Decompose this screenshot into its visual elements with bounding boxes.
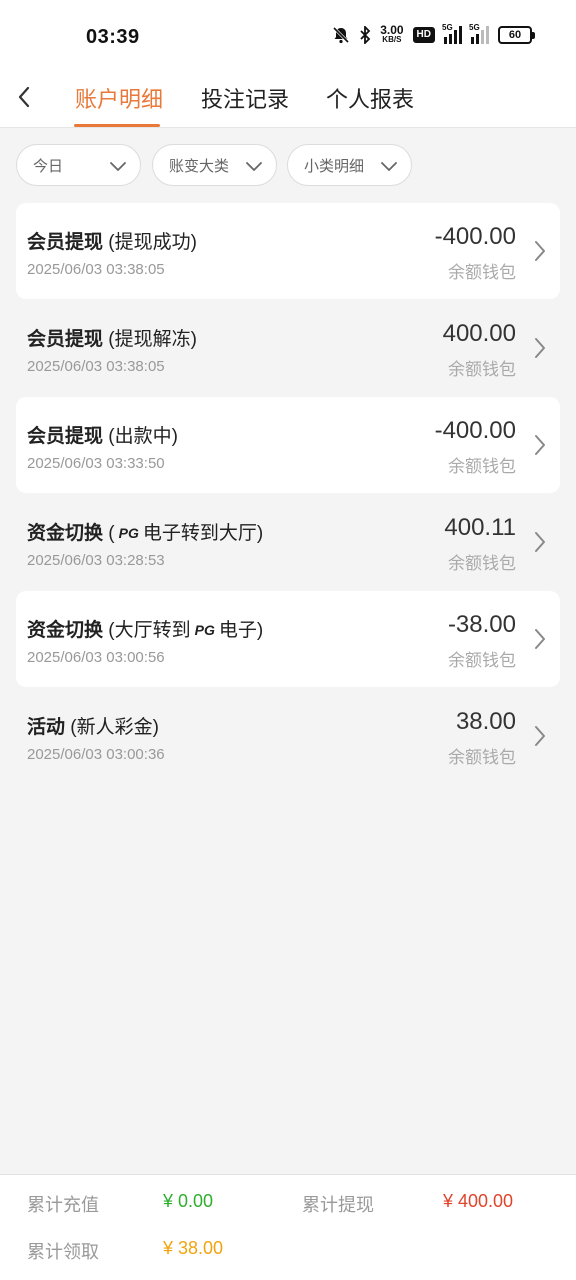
pg-logo-icon: PG (194, 622, 215, 638)
speed-value: 3.00 (380, 23, 404, 37)
tab-account-details[interactable]: 账户明细 (75, 82, 163, 114)
transaction-wallet: 余额钱包 (448, 263, 516, 282)
claim-total-label: 累计领取 (27, 1242, 99, 1262)
transaction-amount: -400.00 (434, 417, 516, 444)
signal-icon-sim2: 5G (469, 23, 489, 44)
chevron-down-icon (381, 162, 397, 171)
filter-major-label: 账变大类 (169, 157, 230, 175)
bluetooth-icon (359, 26, 371, 44)
transaction-title: 活动 (新人彩金) (27, 712, 159, 739)
transaction-amount: 400.00 (442, 320, 516, 347)
transaction-detail: (大厅转到 (108, 620, 191, 641)
transaction-date: 2025/06/03 03:00:36 (27, 746, 165, 763)
status-bar: 03:39 3.00 KB/S HD 5G 5G 60 (0, 0, 576, 70)
transaction-date: 2025/06/03 03:28:53 (27, 552, 165, 569)
filter-bar: 今日 账变大类 小类明细 (0, 144, 576, 186)
filter-minor-label: 小类明细 (304, 157, 365, 175)
transaction-title: 会员提现 (提现成功) (27, 227, 197, 254)
transaction-detail: (提现解冻) (108, 329, 197, 350)
transaction-category: 资金切换 (27, 620, 104, 641)
transaction-wallet: 余额钱包 (448, 554, 516, 573)
chevron-down-icon (110, 162, 126, 171)
list-item[interactable]: 资金切换 (大厅转到 PG 电子) 2025/06/03 03:00:56 -38.… (16, 591, 560, 687)
chevron-right-icon (535, 532, 545, 552)
filter-date-label: 今日 (33, 157, 64, 175)
chevron-right-icon (535, 629, 545, 649)
transaction-title: 会员提现 (出款中) (27, 421, 178, 448)
list-item[interactable]: 会员提现 (提现解冻) 2025/06/03 03:38:05 400.00 余… (16, 300, 560, 396)
transaction-date: 2025/06/03 03:33:50 (27, 455, 165, 472)
transaction-date: 2025/06/03 03:00:56 (27, 649, 165, 666)
status-icons: 3.00 KB/S HD 5G 5G 60 (332, 23, 535, 44)
transaction-wallet: 余额钱包 (448, 748, 516, 767)
transaction-detail: (新人彩金) (70, 717, 159, 738)
transaction-title: 资金切换 (大厅转到 PG 电子) (27, 615, 263, 642)
chevron-right-icon (535, 435, 545, 455)
transaction-detail: ( (108, 523, 115, 544)
tab-personal-report[interactable]: 个人报表 (326, 82, 414, 114)
transaction-detail: 电子转到大厅) (142, 523, 264, 544)
claim-total-value: ¥ 38.00 (163, 1238, 224, 1258)
filter-date[interactable]: 今日 (16, 144, 141, 186)
chevron-right-icon (535, 338, 545, 358)
transaction-category: 活动 (27, 717, 66, 738)
list-item[interactable]: 会员提现 (提现成功) 2025/06/03 03:38:05 -400.00 … (16, 203, 560, 299)
filter-major-category[interactable]: 账变大类 (152, 144, 277, 186)
list-item[interactable]: 活动 (新人彩金) 2025/06/03 03:00:36 38.00 余额钱包 (16, 688, 560, 784)
network-speed: 3.00 KB/S (380, 23, 404, 44)
recharge-total-value: ¥ 0.00 (163, 1191, 214, 1211)
signal-tag: 5G (469, 23, 480, 32)
chevron-right-icon (535, 241, 545, 261)
transaction-wallet: 余额钱包 (448, 651, 516, 670)
transaction-detail: 电子) (218, 620, 264, 641)
signal-icon-sim1: 5G (442, 23, 462, 44)
hd-icon: HD (412, 27, 435, 43)
back-button[interactable] (12, 82, 36, 112)
transaction-amount: 38.00 (455, 708, 516, 735)
transaction-amount: 400.11 (444, 514, 516, 541)
top-nav: 账户明细 投注记录 个人报表 (0, 70, 576, 128)
recharge-total-label: 累计充值 (27, 1195, 99, 1215)
summary-footer: 累计充值 ¥ 0.00 累计提现 ¥ 400.00 累计领取 ¥ 38.00 (0, 1174, 576, 1280)
tab-bet-records[interactable]: 投注记录 (201, 82, 289, 114)
withdraw-total-label: 累计提现 (302, 1195, 374, 1215)
transaction-amount: -38.00 (447, 611, 516, 638)
withdraw-total-value: ¥ 400.00 (443, 1191, 514, 1211)
list-item[interactable]: 会员提现 (出款中) 2025/06/03 03:33:50 -400.00 余… (16, 397, 560, 493)
signal-tag: 5G (442, 23, 453, 32)
chevron-right-icon (535, 726, 545, 746)
mute-bell-icon (332, 26, 350, 44)
transaction-title: 资金切换 (PG 电子转到大厅) (27, 518, 263, 545)
transaction-category: 会员提现 (27, 426, 104, 447)
transaction-detail: (提现成功) (108, 232, 197, 253)
transaction-category: 资金切换 (27, 523, 104, 544)
speed-unit: KB/S (382, 35, 402, 44)
transaction-amount: -400.00 (434, 223, 516, 250)
battery-icon: 60 (498, 26, 535, 44)
transaction-wallet: 余额钱包 (448, 457, 516, 476)
transaction-detail: (出款中) (108, 426, 178, 447)
chevron-down-icon (246, 162, 262, 171)
pg-logo-icon: PG (118, 525, 139, 541)
transaction-list: 会员提现 (提现成功) 2025/06/03 03:38:05 -400.00 … (16, 203, 560, 785)
list-item[interactable]: 资金切换 (PG 电子转到大厅) 2025/06/03 03:28:53 400.… (16, 494, 560, 590)
filter-minor-category[interactable]: 小类明细 (287, 144, 412, 186)
transaction-category: 会员提现 (27, 232, 104, 253)
chevron-left-icon (18, 86, 30, 108)
status-time: 03:39 (86, 26, 140, 48)
transaction-wallet: 余额钱包 (448, 360, 516, 379)
transaction-date: 2025/06/03 03:38:05 (27, 358, 165, 375)
transaction-category: 会员提现 (27, 329, 104, 350)
transaction-title: 会员提现 (提现解冻) (27, 324, 197, 351)
active-tab-indicator (74, 124, 160, 127)
transaction-date: 2025/06/03 03:38:05 (27, 261, 165, 278)
